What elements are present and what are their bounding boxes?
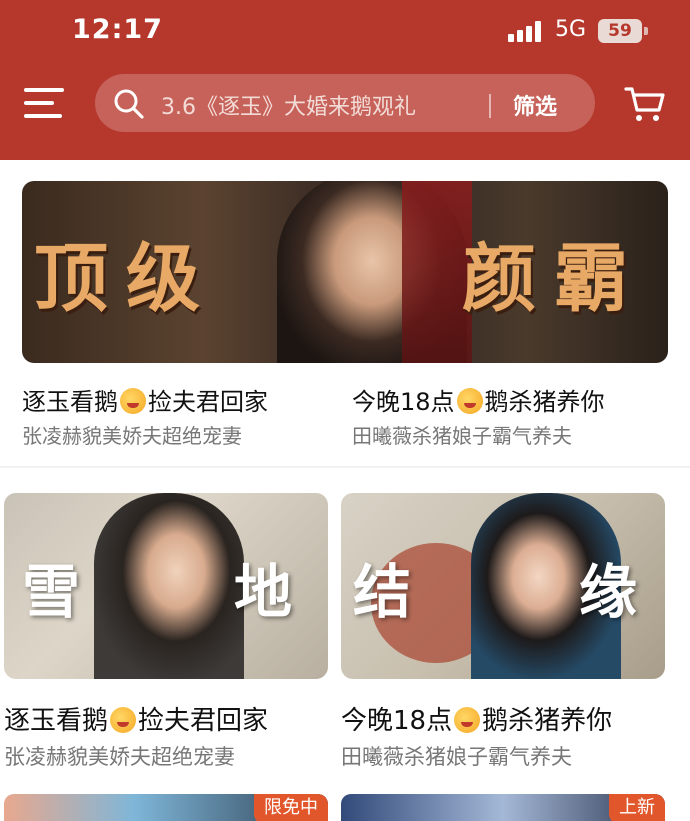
status-bar: 12:17 5G 59 <box>0 0 690 62</box>
card-subtitle: 张凌赫貌美娇夫超绝宠妻 <box>4 745 235 769</box>
card-title[interactable]: 逐玉看鹅 捡夫君回家 <box>22 382 268 417</box>
party-face-icon <box>120 388 146 414</box>
filter-button[interactable]: 筛选 <box>513 89 557 121</box>
card-title-text: 捡夫君回家 <box>138 706 269 736</box>
card-title-text: 今晚18点 <box>341 706 453 736</box>
thumbnail-text: 缘 <box>579 558 638 626</box>
card-subtitle: 田曦薇杀猪娘子霸气养夫 <box>352 424 572 448</box>
thumbnail-text: 雪 <box>22 558 81 626</box>
video-thumbnail[interactable]: 雪 地 <box>4 493 328 679</box>
featured-banner[interactable]: 顶级 颜霸 <box>22 181 668 363</box>
search-divider <box>489 94 491 118</box>
free-badge: 限免中 <box>254 794 328 821</box>
signal-icon <box>508 20 544 42</box>
new-badge: 上新 <box>609 794 665 821</box>
card-title-text: 今晚18点 <box>352 388 455 416</box>
thumbnail-portrait <box>94 493 244 679</box>
card-title-text: 鹅杀猪养你 <box>484 388 605 416</box>
status-time: 12:17 <box>72 14 163 45</box>
menu-icon[interactable] <box>24 88 64 118</box>
battery-icon: 59 <box>598 19 642 43</box>
video-thumbnail[interactable]: 限免中 <box>4 794 328 821</box>
thumbnail-text: 地 <box>234 558 293 626</box>
smiling-hearts-icon <box>454 707 481 733</box>
network-type: 5G <box>555 17 587 42</box>
card-subtitle: 张凌赫貌美娇夫超绝宠妻 <box>22 424 242 448</box>
smiling-hearts-icon <box>456 388 483 414</box>
card-title-text: 鹅杀猪养你 <box>482 706 613 736</box>
banner-text-left: 顶级 <box>34 236 218 322</box>
party-face-icon <box>110 707 137 733</box>
search-icon <box>114 89 144 119</box>
card-subtitle: 田曦薇杀猪娘子霸气养夫 <box>341 745 572 769</box>
cart-icon[interactable] <box>622 80 668 126</box>
card-title[interactable]: 今晚18点 鹅杀猪养你 <box>341 700 612 737</box>
card-title-text: 逐玉看鹅 <box>4 706 109 736</box>
top-header: 12:17 5G 59 3.6《逐玉》大婚来鹅观礼 筛选 <box>0 0 690 160</box>
card-title-text: 逐玉看鹅 <box>22 388 118 416</box>
card-title[interactable]: 今晚18点 鹅杀猪养你 <box>352 382 605 417</box>
battery-tip <box>644 27 648 35</box>
video-thumbnail[interactable]: 上新 <box>341 794 665 821</box>
banner-text-right: 颜霸 <box>462 236 646 322</box>
thumbnail-text: 结 <box>353 558 412 626</box>
card-title[interactable]: 逐玉看鹅 捡夫君回家 <box>4 700 268 737</box>
card-title-text: 捡夫君回家 <box>148 388 268 416</box>
video-thumbnail[interactable]: 结 缘 <box>341 493 665 679</box>
section-divider <box>0 466 690 468</box>
search-placeholder: 3.6《逐玉》大婚来鹅观礼 <box>161 95 416 120</box>
